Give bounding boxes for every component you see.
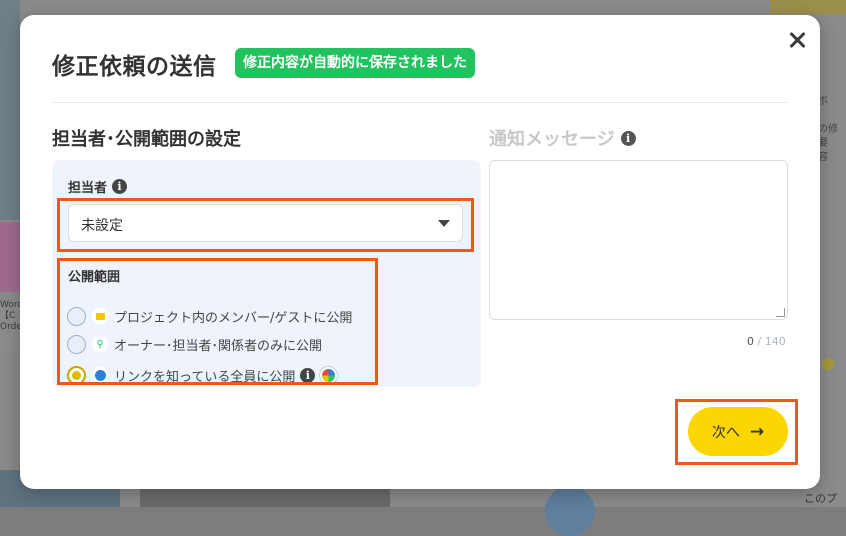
background-text: このプ (804, 492, 837, 505)
assignee-label: 担当者 (68, 181, 108, 196)
close-icon[interactable] (786, 29, 808, 51)
character-count: 0 (747, 335, 754, 348)
background-text: Word 【C Orde (0, 300, 20, 350)
info-icon[interactable]: i (620, 130, 636, 146)
autosave-badge: 修正内容が自動的に保存されました (235, 48, 475, 78)
background-thumbnail (0, 222, 20, 292)
message-title-row: 通知メッセージ i (489, 125, 636, 151)
next-button[interactable]: 次へ → (688, 407, 788, 456)
arrow-right-icon: → (749, 421, 765, 442)
message-title: 通知メッセージ (489, 129, 615, 150)
message-textarea[interactable] (489, 160, 788, 320)
info-icon[interactable]: i (112, 179, 128, 194)
highlight-box (57, 198, 474, 252)
background-dot (822, 358, 834, 370)
highlight-box (57, 258, 378, 385)
background-thumbnail (0, 0, 20, 220)
background-button (770, 0, 846, 14)
divider (52, 102, 788, 103)
background-avatar (545, 486, 595, 536)
resize-handle[interactable] (776, 308, 785, 317)
character-max: 140 (764, 335, 786, 348)
next-button-label: 次へ (711, 424, 740, 441)
character-counter: 0 / 140 (747, 335, 786, 348)
modal-title: 修正依頼の送信 (52, 54, 217, 80)
revision-request-modal: 修正依頼の送信 修正内容が自動的に保存されました 担当者･公開範囲の設定 担当者… (20, 15, 820, 489)
assignment-section-title: 担当者･公開範囲の設定 (52, 129, 241, 150)
assignee-label-row: 担当者 i (68, 177, 128, 196)
